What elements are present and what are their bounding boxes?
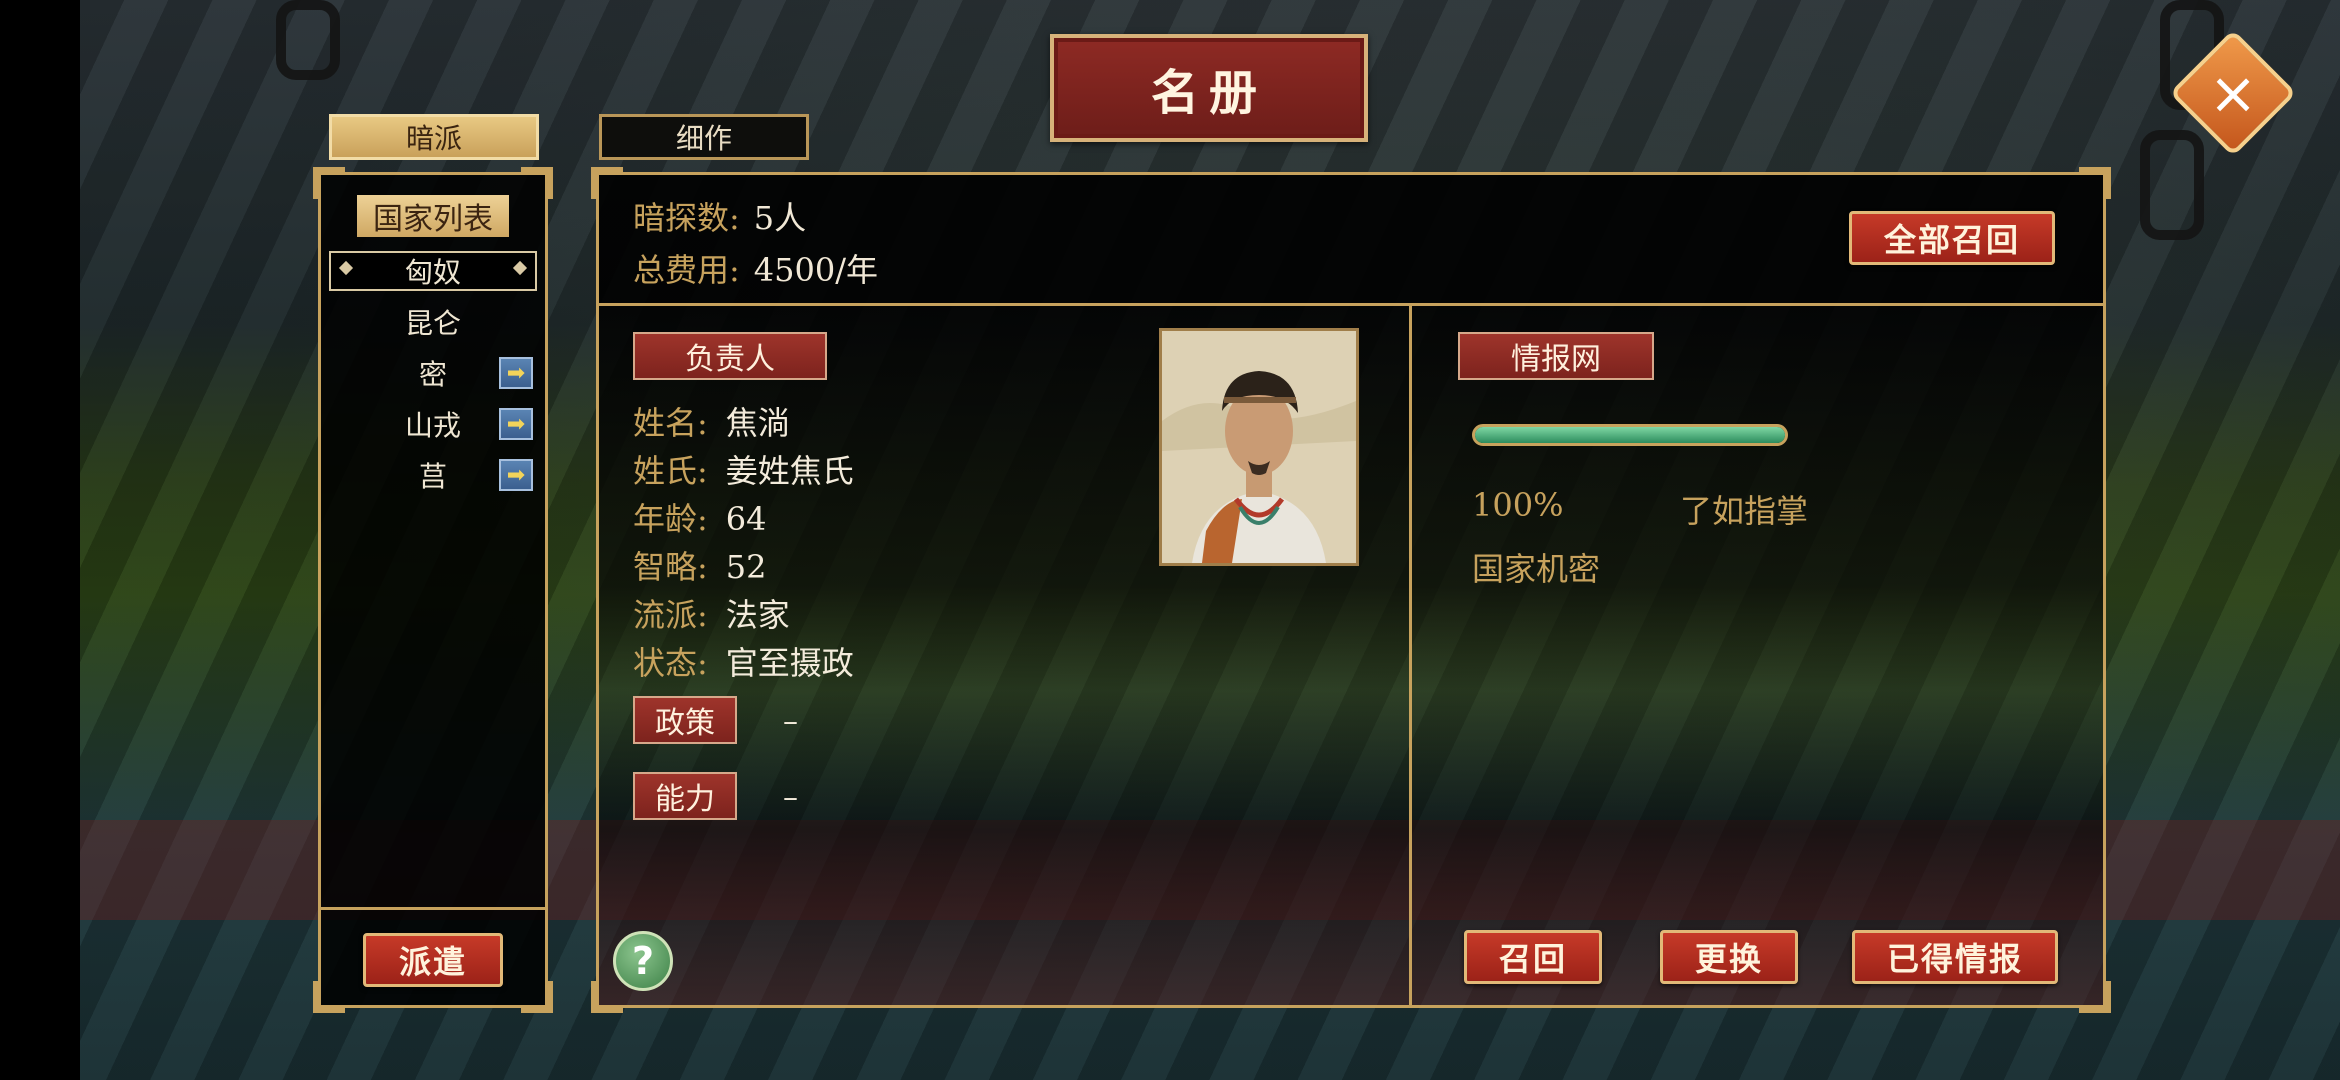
field-intellect: 智略: 52: [633, 542, 767, 588]
arrow-right-icon[interactable]: ➡: [499, 408, 533, 440]
spy-count-value: 5人: [753, 199, 807, 237]
tab-xizuo[interactable]: 细作: [599, 114, 809, 160]
country-item-shanrong[interactable]: 山戎 ➡: [329, 404, 537, 444]
page-title: 名册: [1050, 34, 1368, 142]
field-value: 52: [725, 548, 767, 586]
chain-decoration: [276, 0, 340, 80]
ability-badge[interactable]: 能力: [633, 772, 737, 820]
field-key: 流派:: [633, 596, 708, 634]
portrait-image: [1162, 331, 1356, 563]
character-portrait: [1159, 328, 1359, 566]
intel-level: 了如指掌: [1680, 492, 1809, 530]
intel-percent: 100%: [1472, 486, 1564, 524]
intel-progress-fill: [1475, 427, 1785, 443]
manager-section: 负责人 姓名: 焦淌 姓氏: 姜姓焦氏 年龄: 64 智略: 52 流派: 法家 状态: 官…: [599, 306, 1412, 1005]
intel-detail: 国家机密: [1472, 550, 1601, 588]
field-value: 官至摄政: [725, 644, 854, 682]
title-text: 名册: [1150, 65, 1267, 121]
total-cost-label: 总费用:: [633, 251, 740, 289]
field-key: 年龄:: [633, 500, 708, 538]
country-label: 莒: [418, 460, 447, 493]
obtained-intel-button[interactable]: 已得情报: [1852, 930, 2058, 984]
recall-button[interactable]: 召回: [1464, 930, 1602, 984]
divider: [321, 907, 545, 910]
help-button[interactable]: ?: [613, 931, 673, 991]
spy-roster-panel: 暗探数: 5人 总费用: 4500/年 全部召回 负责人 姓名: 焦淌 姓氏: 姜姓焦氏…: [591, 167, 2111, 1013]
diamond-icon: [338, 260, 354, 276]
field-key: 姓名:: [633, 404, 708, 442]
country-label: 密: [418, 358, 447, 391]
intel-network-section: 情报网 100% 了如指掌 国家机密 召回 更换 已得情报: [1412, 306, 2103, 1005]
spy-count: 暗探数: 5人: [633, 193, 806, 239]
arrow-right-icon[interactable]: ➡: [499, 357, 533, 389]
field-key: 姓氏:: [633, 452, 708, 490]
field-school: 流派: 法家: [633, 590, 790, 636]
close-icon: ×: [2208, 59, 2258, 127]
country-item-xiongnu[interactable]: 匈奴: [329, 251, 537, 291]
country-list-panel: 国家列表 匈奴 昆仑 密 ➡ 山戎 ➡ 莒 ➡ 派遣: [313, 167, 553, 1013]
recall-all-button[interactable]: 全部召回: [1849, 211, 2055, 265]
field-key: 智略:: [633, 548, 708, 586]
intel-progress-bar: [1472, 424, 1788, 446]
country-list-header: 国家列表: [357, 195, 509, 237]
field-value: 焦淌: [725, 404, 790, 442]
field-value: 64: [725, 500, 767, 538]
country-label: 昆仑: [404, 307, 461, 340]
intel-network-badge: 情报网: [1458, 332, 1654, 380]
ability-value: –: [783, 780, 798, 815]
field-name: 姓名: 焦淌: [633, 398, 790, 444]
country-item-ju[interactable]: 莒 ➡: [329, 455, 537, 495]
spy-count-label: 暗探数:: [633, 199, 740, 237]
total-cost: 总费用: 4500/年: [633, 245, 878, 291]
field-key: 状态:: [633, 644, 708, 682]
field-status: 状态: 官至摄政: [633, 638, 854, 684]
replace-button[interactable]: 更换: [1660, 930, 1798, 984]
manager-badge: 负责人: [633, 332, 827, 380]
field-clan: 姓氏: 姜姓焦氏: [633, 446, 854, 492]
summary-band: 暗探数: 5人 总费用: 4500/年 全部召回: [599, 175, 2103, 306]
chain-decoration: [2140, 130, 2204, 240]
field-value: 姜姓焦氏: [725, 452, 854, 490]
country-item-kunlun[interactable]: 昆仑: [329, 302, 537, 342]
tab-anpai[interactable]: 暗派: [329, 114, 539, 160]
total-cost-value: 4500/年: [753, 251, 879, 289]
country-label: 匈奴: [404, 256, 461, 289]
diamond-icon: [512, 260, 528, 276]
field-value: 法家: [725, 596, 790, 634]
dispatch-button[interactable]: 派遣: [363, 933, 503, 987]
policy-badge[interactable]: 政策: [633, 696, 737, 744]
country-item-mi[interactable]: 密 ➡: [329, 353, 537, 393]
country-label: 山戎: [404, 409, 461, 442]
policy-value: –: [783, 704, 798, 739]
arrow-right-icon[interactable]: ➡: [499, 459, 533, 491]
field-age: 年龄: 64: [633, 494, 767, 540]
